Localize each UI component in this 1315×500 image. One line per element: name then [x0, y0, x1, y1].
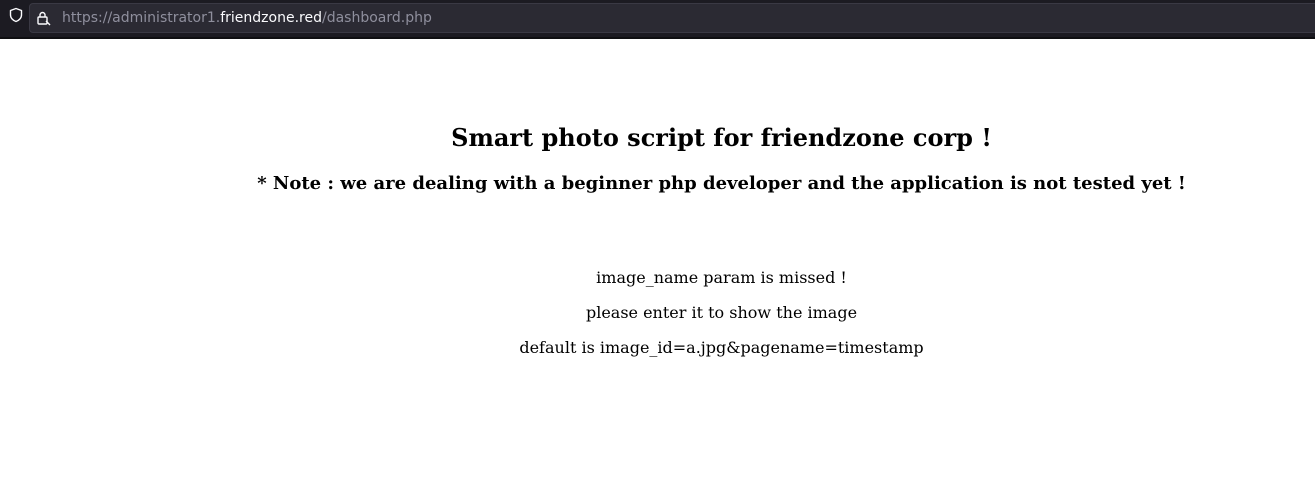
url-prefix: https://administrator1. — [62, 10, 221, 26]
message-enter-param: please enter it to show the image — [585, 303, 858, 322]
page-content: Smart photo script for friendzone corp !… — [0, 39, 1315, 500]
page-title: Smart photo script for friendzone corp ! — [451, 123, 992, 152]
url-path: /dashboard.php — [321, 10, 432, 26]
browser-toolbar: https://administrator1.friendzone.red/da… — [0, 0, 1315, 39]
message-missing-param: image_name param is missed ! — [596, 268, 847, 287]
shield-icon[interactable] — [8, 7, 24, 23]
url-bar[interactable]: https://administrator1.friendzone.red/da… — [29, 3, 1315, 33]
page-note: * Note : we are dealing with a beginner … — [257, 173, 1186, 194]
lock-icon[interactable] — [35, 10, 51, 26]
url-text[interactable]: https://administrator1.friendzone.red/da… — [62, 10, 432, 27]
url-domain: friendzone.red — [220, 10, 322, 26]
message-default-value: default is image_id=a.jpg&pagename=times… — [519, 338, 924, 357]
